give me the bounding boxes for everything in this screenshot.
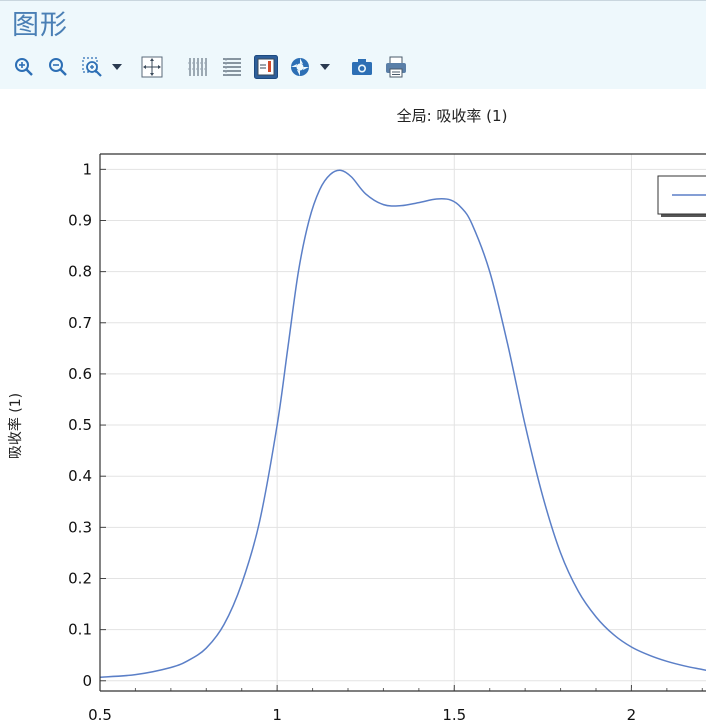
plot-area[interactable]: 全局: 吸收率 (1) 吸收率 (1) 0.5 1 1.5 2 0 0.1 0.2 0.3 0.… bbox=[0, 88, 706, 720]
graphics-window: 图形 全局: 吸收率 (1) 吸收率 (1) 0.5 1 1.5 2 0 0.1… bbox=[0, 0, 706, 720]
legend bbox=[657, 175, 706, 217]
x-tick-label: 1.5 bbox=[442, 706, 466, 720]
y-tick-label: 0 bbox=[82, 672, 92, 690]
y-tick-label: 0.2 bbox=[68, 569, 92, 587]
y-tick-label: 0.1 bbox=[68, 621, 92, 639]
table-icon[interactable] bbox=[220, 55, 244, 79]
grid-lines bbox=[99, 154, 706, 691]
legend-toggle-icon[interactable] bbox=[254, 55, 278, 79]
series-layer bbox=[99, 169, 706, 678]
print-icon[interactable] bbox=[384, 55, 408, 79]
y-tick-label: 1 bbox=[82, 160, 92, 178]
camera-icon[interactable] bbox=[350, 55, 374, 79]
x-tick-label: 2 bbox=[627, 706, 637, 720]
y-tick-label: 0.4 bbox=[68, 467, 92, 485]
tick-labels: 0.5 1 1.5 2 0 0.1 0.2 0.3 0.4 0.5 0.6 0.7 0.8 0.9 1 bbox=[68, 160, 636, 720]
chart-title: 全局: 吸收率 (1) bbox=[397, 107, 508, 125]
axes bbox=[99, 153, 706, 692]
dropdown-arrow-icon[interactable] bbox=[318, 55, 332, 79]
color-icon[interactable] bbox=[288, 55, 312, 79]
y-tick-label: 0.3 bbox=[68, 518, 92, 536]
zoom-extents-icon[interactable] bbox=[140, 55, 164, 79]
y-tick-label: 0.9 bbox=[68, 211, 92, 229]
x-tick-label: 0.5 bbox=[88, 706, 112, 720]
zoom-in-icon[interactable] bbox=[12, 55, 36, 79]
series-line bbox=[99, 169, 706, 678]
y-tick-label: 0.8 bbox=[68, 263, 92, 281]
x-tick-label: 1 bbox=[272, 706, 282, 720]
graphics-header: 图形 bbox=[0, 0, 706, 89]
y-tick-label: 0.6 bbox=[68, 365, 92, 383]
absorbance-chart[interactable]: 全局: 吸收率 (1) 吸收率 (1) 0.5 1 1.5 200.10.20.30.… bbox=[0, 88, 706, 720]
y-tick-label: 0.5 bbox=[68, 416, 92, 434]
zoom-box-icon[interactable] bbox=[80, 55, 104, 79]
grid-icon[interactable] bbox=[186, 55, 210, 79]
panel-title: 图形 bbox=[12, 10, 68, 41]
dropdown-arrow-icon[interactable] bbox=[110, 55, 124, 79]
zoom-out-icon[interactable] bbox=[46, 55, 70, 79]
y-axis-label: 吸收率 (1) bbox=[7, 393, 24, 459]
y-tick-label: 0.7 bbox=[68, 314, 92, 332]
